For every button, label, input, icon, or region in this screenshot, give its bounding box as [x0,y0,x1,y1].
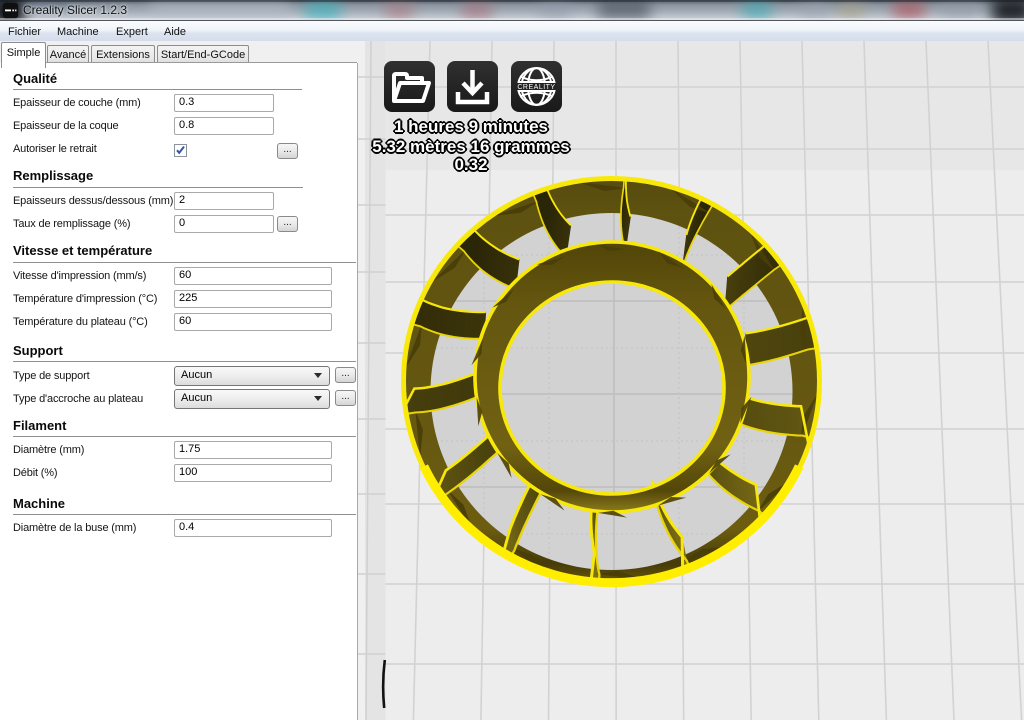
svg-text:CREALITY: CREALITY [517,84,555,91]
